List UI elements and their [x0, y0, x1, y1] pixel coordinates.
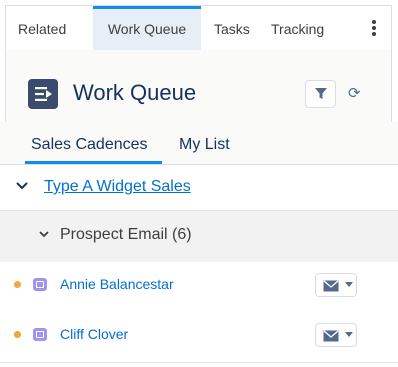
- priority-dot: [14, 281, 21, 288]
- kebab-menu-icon[interactable]: [371, 18, 377, 38]
- tab-tracking[interactable]: Tracking: [271, 6, 324, 50]
- tab-tasks[interactable]: Tasks: [214, 6, 250, 50]
- tab-my-list[interactable]: My List: [179, 136, 230, 154]
- refresh-icon[interactable]: ⟳: [348, 86, 361, 102]
- cadence-link[interactable]: Type A Widget Sales: [44, 178, 191, 196]
- contact-icon: [33, 328, 47, 341]
- dropdown-arrow-icon: [345, 332, 353, 337]
- active-tab-indicator: [25, 161, 162, 164]
- tab-work-queue[interactable]: Work Queue: [93, 6, 201, 50]
- filter-icon: [315, 88, 327, 99]
- contact-name-link[interactable]: Cliff Clover: [60, 326, 128, 342]
- tab-related[interactable]: Related: [18, 6, 66, 50]
- email-action-button[interactable]: [315, 323, 357, 347]
- tab-sales-cadences[interactable]: Sales Cadences: [31, 136, 148, 154]
- email-icon: [323, 330, 339, 342]
- contact-icon: [33, 278, 47, 291]
- email-action-button[interactable]: [315, 273, 357, 297]
- step-label: Prospect Email (6): [60, 226, 192, 243]
- filter-button[interactable]: [305, 80, 336, 108]
- top-tab-bar: Related Work Queue Tasks Tracking: [6, 6, 391, 51]
- contact-name-link[interactable]: Annie Balancestar: [60, 276, 174, 292]
- dropdown-arrow-icon: [345, 282, 353, 287]
- work-queue-icon: [28, 79, 58, 109]
- chevron-down-icon[interactable]: [38, 230, 50, 239]
- priority-dot: [14, 331, 21, 338]
- chevron-down-icon[interactable]: [15, 181, 29, 191]
- page-title: Work Queue: [73, 80, 197, 105]
- email-icon: [323, 280, 339, 292]
